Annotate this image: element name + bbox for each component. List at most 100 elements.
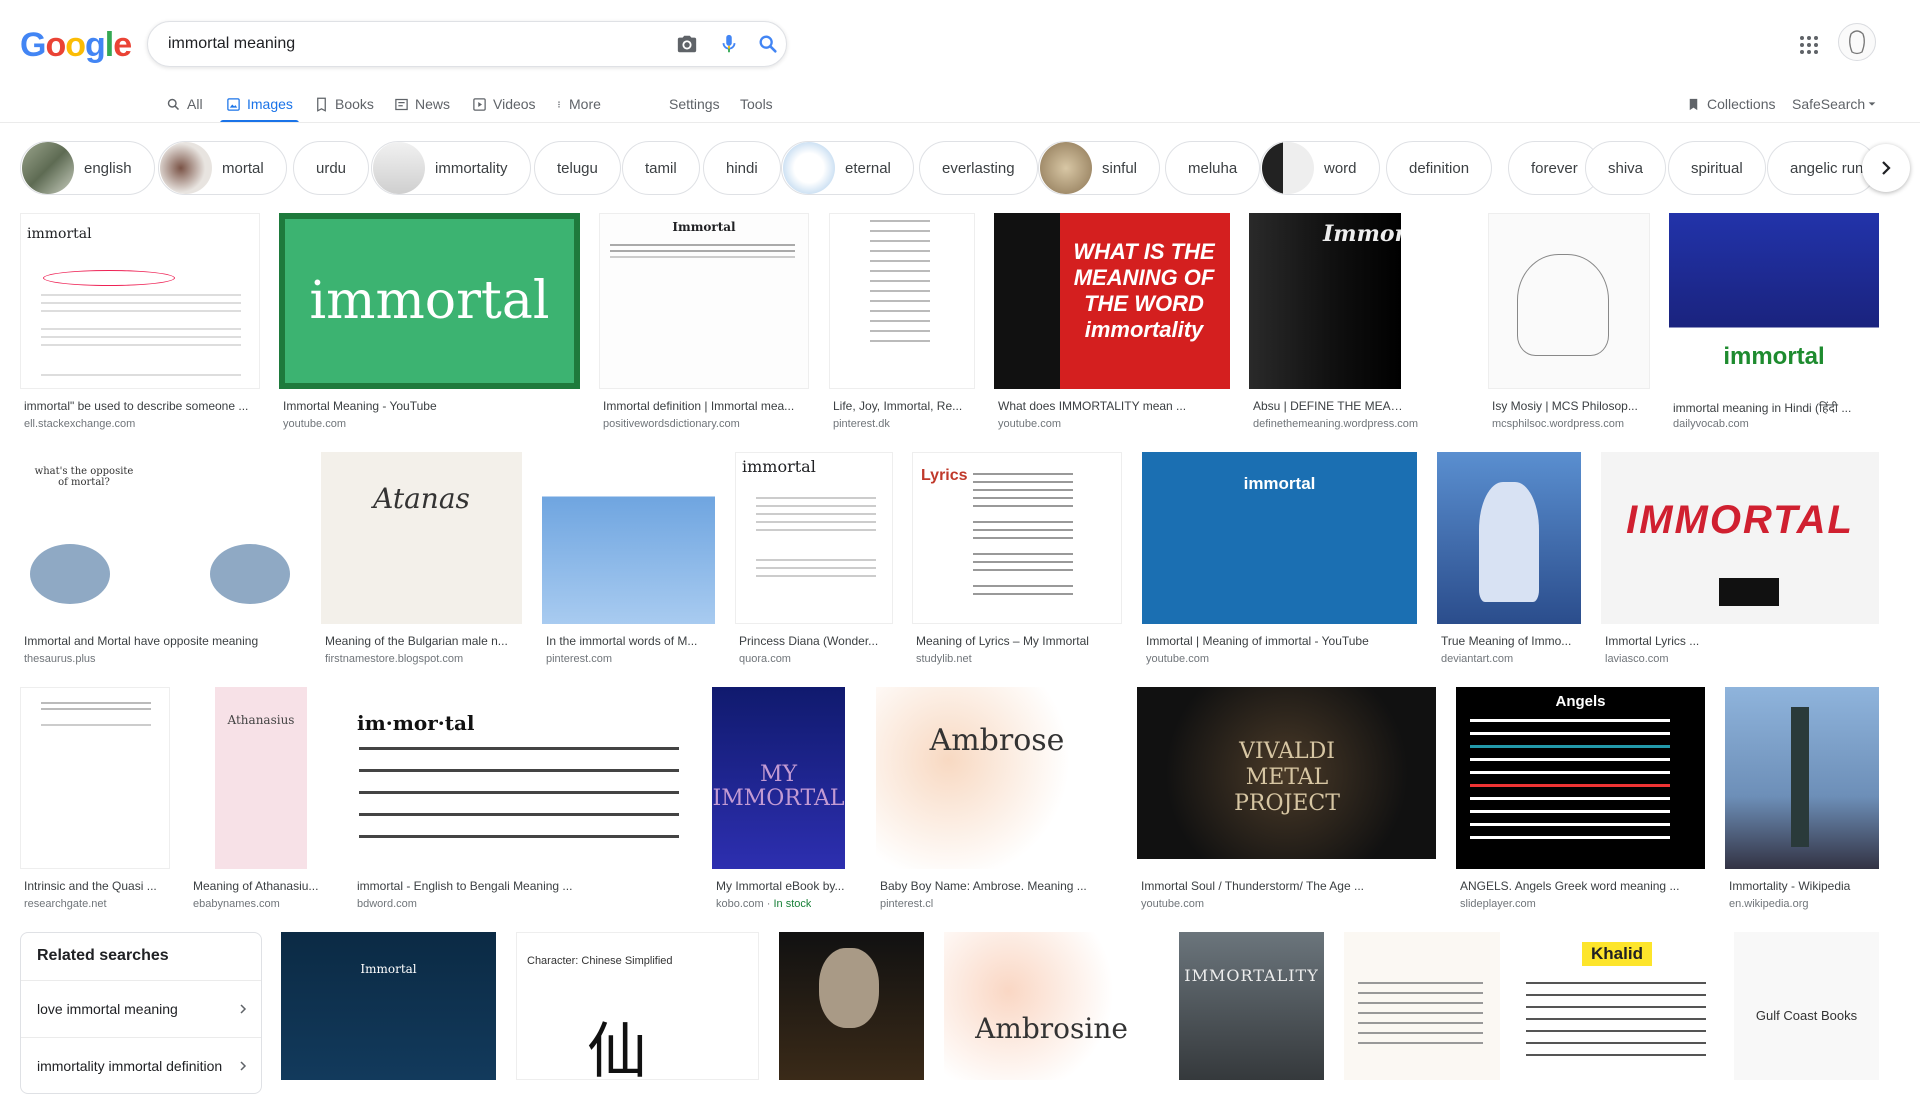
tab-more[interactable]: More: [555, 86, 601, 122]
result-source: firstnamestore.blogspot.com: [325, 653, 464, 665]
camera-icon[interactable]: [676, 33, 698, 55]
result-caption: immortal" be used to describe someone ..…: [24, 399, 249, 413]
chip-label: tamil: [645, 159, 677, 177]
tab-label: News: [415, 96, 451, 112]
chip-angelic-rune[interactable]: angelic rune: [1767, 141, 1877, 195]
dictionary-lines: [41, 294, 241, 296]
mic-icon[interactable]: [718, 33, 740, 55]
result-source: en.wikipedia.org: [1729, 898, 1809, 910]
result-source: studylib.net: [916, 653, 972, 665]
chip-thumb: [22, 142, 74, 194]
result-thumbnail: immortal: [1142, 452, 1417, 624]
result-source: pinterest.com: [546, 653, 613, 665]
avatar[interactable]: [1838, 23, 1876, 61]
chip-definition[interactable]: definition: [1386, 141, 1493, 195]
chip-everlasting[interactable]: everlasting: [919, 141, 1038, 195]
result-source: thesaurus.plus: [24, 653, 96, 665]
result-caption: What does IMMORTALITY mean ...: [998, 399, 1187, 413]
tab-label: Images: [247, 96, 293, 112]
result-thumbnail: Immortal: [599, 213, 809, 389]
result-source: deviantart.com: [1441, 653, 1514, 665]
result-thumbnail: immortal: [279, 213, 580, 389]
result-thumbnail: Lyrics: [912, 452, 1122, 624]
more-dots-icon: [558, 100, 560, 108]
safesearch-toggle[interactable]: SafeSearch: [1792, 86, 1877, 122]
chip-label: everlasting: [942, 159, 1015, 177]
result-source: youtube.com: [998, 418, 1061, 430]
related-item[interactable]: immortality immortal definition: [21, 1037, 261, 1094]
search-icon[interactable]: [757, 33, 779, 55]
tab-label: All: [187, 96, 203, 112]
result-source: youtube.com: [283, 418, 346, 430]
result-caption: In the immortal words of M...: [546, 634, 698, 648]
chip-telugu[interactable]: telugu: [534, 141, 621, 195]
chip-label: hindi: [726, 159, 758, 177]
avatar-sketch-icon: [1849, 30, 1865, 55]
result-source: dailyvocab.com: [1673, 418, 1749, 430]
tab-images[interactable]: Images: [220, 86, 299, 123]
chip-word[interactable]: word: [1260, 141, 1380, 195]
dictionary-lines: [756, 497, 876, 499]
tab-tools[interactable]: Tools: [740, 86, 773, 122]
chip-urdu[interactable]: urdu: [293, 141, 370, 195]
tab-videos[interactable]: Videos: [472, 86, 536, 122]
related-item[interactable]: love immortal meaning: [21, 980, 261, 1037]
tab-label: Tools: [740, 96, 773, 112]
chip-label: word: [1324, 159, 1357, 177]
chip-tamil[interactable]: tamil: [622, 141, 700, 195]
chip-thumb: [1262, 142, 1314, 194]
tab-books[interactable]: Books: [314, 86, 374, 122]
result-source: researchgate.net: [24, 898, 107, 910]
chip-sinful[interactable]: sinful: [1038, 141, 1161, 195]
anime-figure: [1479, 482, 1539, 602]
chip-shiva[interactable]: shiva: [1585, 141, 1667, 195]
chip-spiritual[interactable]: spiritual: [1668, 141, 1766, 195]
result-thumbnail: Ambrose: [876, 687, 1118, 869]
chip-immortality[interactable]: immortality: [371, 141, 531, 195]
search-box[interactable]: [147, 21, 787, 67]
thumb-text: Atanas: [373, 482, 470, 515]
result-caption: Immortal definition | Immortal mea...: [603, 399, 795, 413]
caret-down-icon: [1868, 102, 1876, 106]
thumb-text: immortal: [742, 457, 816, 476]
result-thumbnail: Athanasius: [189, 687, 333, 869]
chip-hindi[interactable]: hindi: [703, 141, 781, 195]
related-label: immortality immortal definition: [37, 1058, 223, 1074]
result-thumbnail: [1725, 687, 1879, 869]
apps-icon[interactable]: [1797, 33, 1821, 57]
result-source: quora.com: [739, 653, 791, 665]
result-caption: Intrinsic and the Quasi ...: [24, 879, 157, 893]
bookmark-icon: [1689, 98, 1698, 110]
chip-label: sinful: [1102, 159, 1138, 177]
chips-next-button[interactable]: [1862, 144, 1910, 192]
result-thumbnail: [542, 452, 715, 624]
search-tabs: All Images Books News Videos More Settin…: [0, 86, 1920, 123]
google-logo[interactable]: Google: [20, 26, 132, 65]
definition-lines: [1526, 982, 1706, 984]
chip-english[interactable]: english: [20, 141, 155, 195]
search-input[interactable]: [166, 32, 650, 56]
chip-thumb: [783, 142, 835, 194]
tab-news[interactable]: News: [394, 86, 450, 122]
result-thumbnail: Khalid: [1520, 932, 1714, 1080]
source-domain: kobo.com: [716, 898, 764, 910]
thumb-text: Immortal: [672, 220, 736, 234]
thumb-text: Ambrosine: [975, 1012, 1128, 1045]
thumb-text: Khalid: [1582, 942, 1652, 966]
chip-meluha[interactable]: meluha: [1165, 141, 1261, 195]
result-thumbnail: Immortal: [281, 932, 496, 1080]
chip-eternal[interactable]: eternal: [781, 141, 914, 195]
result-thumbnail: VIVALDI METAL PROJECT: [1137, 687, 1436, 859]
result-caption: Immortal Lyrics ...: [1605, 634, 1700, 648]
bengali-lines: [359, 747, 679, 750]
thumb-text: immortal: [1723, 343, 1825, 370]
result-source: laviasco.com: [1605, 653, 1669, 665]
tab-settings[interactable]: Settings: [669, 86, 720, 122]
chip-mortal[interactable]: mortal: [158, 141, 287, 195]
thumb-text: what's the opposite of mortal?: [34, 466, 134, 488]
tab-all[interactable]: All: [166, 86, 203, 122]
chip-label: angelic rune: [1790, 159, 1872, 177]
collections-link[interactable]: Collections: [1686, 86, 1775, 122]
result-thumbnail: Atanas: [321, 452, 522, 624]
parental-advisory-label: [1719, 578, 1779, 606]
